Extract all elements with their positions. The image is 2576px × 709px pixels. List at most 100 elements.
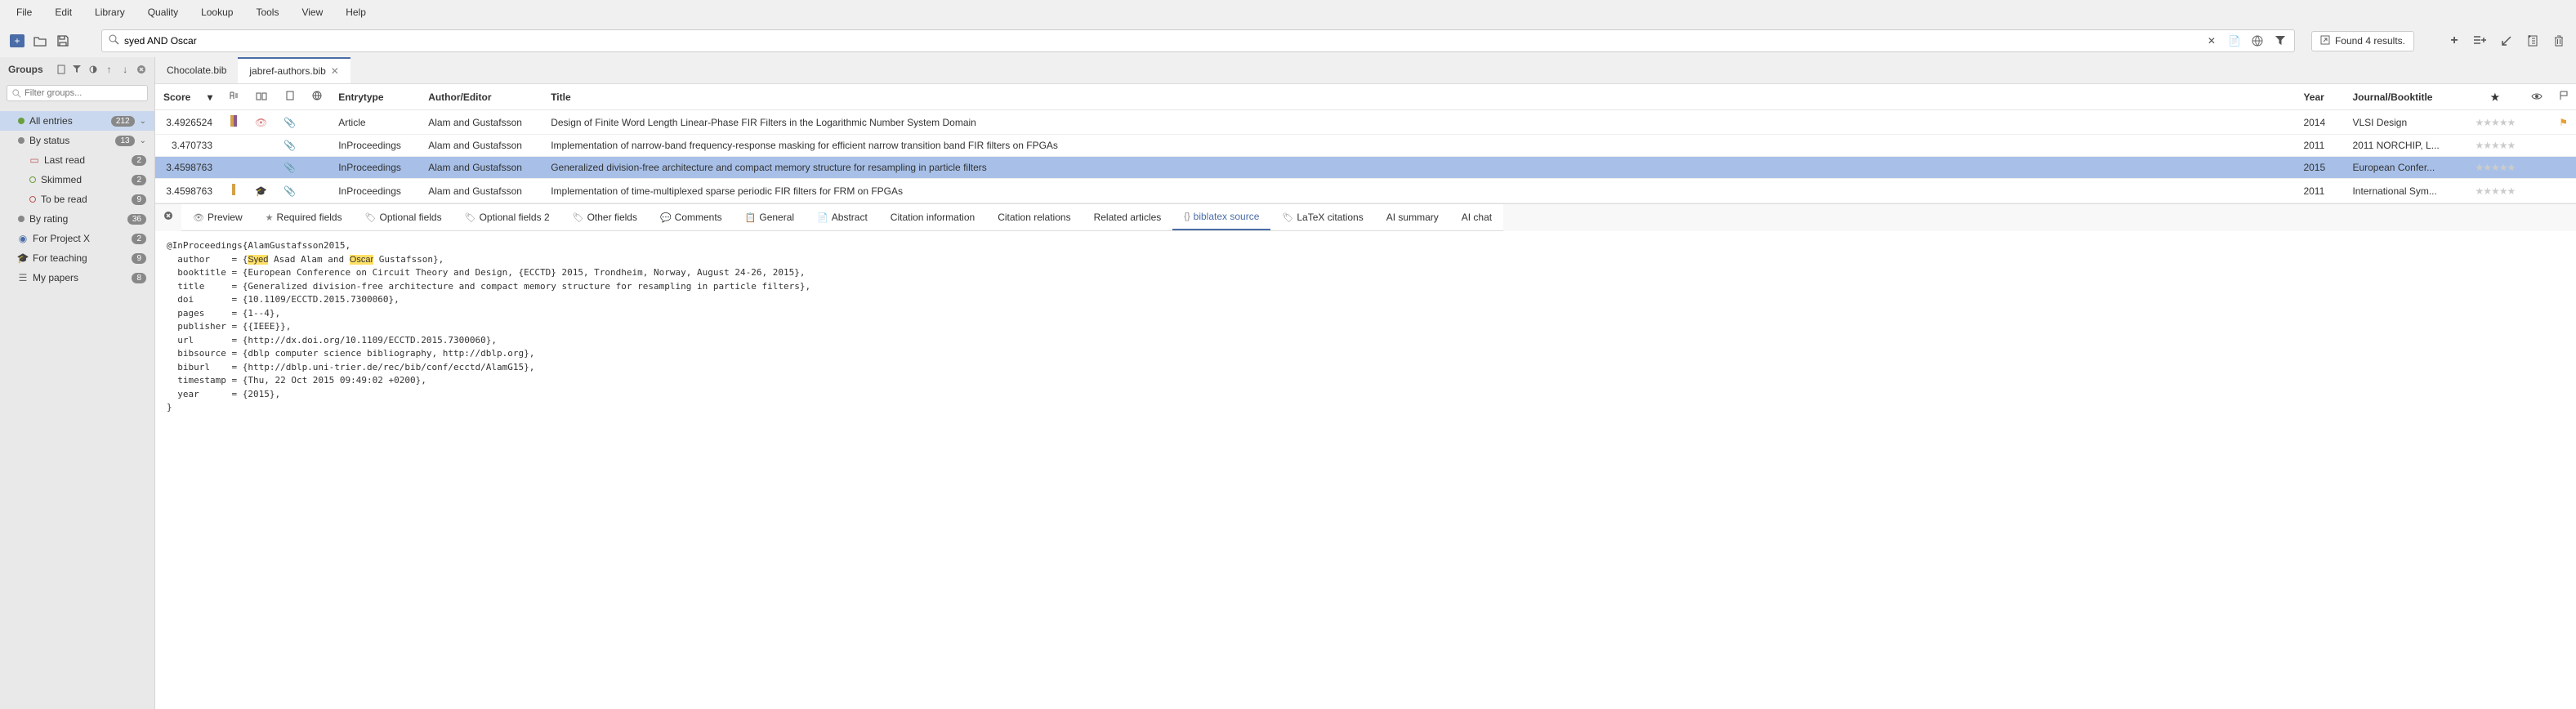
group-count: 2 [132, 234, 146, 244]
attachment-icon: 📎 [283, 140, 296, 151]
search-input[interactable] [124, 35, 2199, 47]
filter-icon[interactable] [2273, 33, 2288, 48]
column-header[interactable]: Title [542, 84, 2295, 110]
column-header[interactable] [221, 84, 247, 110]
group-count: 13 [115, 136, 134, 146]
editor-tab[interactable]: Citation information [879, 204, 986, 230]
results-indicator: Found 4 results. [2311, 31, 2414, 51]
flag-icon: ⚑ [2559, 117, 2568, 128]
column-header[interactable]: Year [2295, 84, 2344, 110]
menu-quality[interactable]: Quality [148, 7, 178, 18]
group-invert-icon[interactable] [88, 62, 98, 77]
file-tab[interactable]: Chocolate.bib [155, 57, 238, 83]
group-count: 9 [132, 194, 146, 205]
group-count: 8 [132, 273, 146, 283]
editor-tabs: 👁Preview★Required fields🏷Optional fields… [181, 204, 1503, 231]
global-search-icon[interactable] [2250, 33, 2265, 48]
menu-view[interactable]: View [301, 7, 323, 18]
file-tab[interactable]: jabref-authors.bib✕ [238, 57, 350, 83]
close-editor-icon[interactable] [155, 204, 181, 231]
group-label: For teaching [33, 252, 127, 264]
editor-tab[interactable]: 🏷LaTeX citations [1270, 204, 1374, 230]
search-field[interactable]: ✕ 📄 [101, 29, 2295, 52]
main-toolbar: + ✕ 📄 Found 4 results. [0, 25, 2576, 57]
new-library-icon[interactable]: + [10, 34, 25, 47]
group-label: Skimmed [41, 174, 127, 185]
group-label: To be read [41, 194, 127, 205]
clear-search-icon[interactable]: ✕ [2204, 33, 2219, 48]
menubar: File Edit Library Quality Lookup Tools View Hel… [0, 0, 2576, 25]
column-header[interactable]: Entrytype [330, 84, 420, 110]
fulltext-icon[interactable]: 📄 [2227, 33, 2242, 48]
entries-table: Score ▾ EntrytypeAuthor/EditorTitleYearJo… [155, 84, 2576, 203]
table-row[interactable]: 3.4598763 🎓 📎 InProceedings Alam and Gus… [155, 179, 2576, 203]
save-icon[interactable] [56, 33, 70, 48]
group-item[interactable]: All entries212⌄ [0, 111, 154, 131]
groups-tree: All entries212⌄By status13⌄▭Last read2Sk… [0, 105, 154, 288]
delete-icon[interactable] [2551, 33, 2566, 48]
editor-tab[interactable]: 💬Comments [649, 204, 734, 230]
group-item[interactable]: ◉For Project X2 [0, 229, 154, 248]
editor-tab[interactable]: 📄Abstract [806, 204, 879, 230]
column-header[interactable] [2551, 84, 2576, 110]
editor-tab[interactable]: Related articles [1083, 204, 1173, 230]
biblatex-source[interactable]: @InProceedings{AlamGustafsson2015, autho… [155, 231, 2576, 709]
chevron-down-icon[interactable]: ⌄ [140, 117, 146, 126]
new-entry-list-icon[interactable] [2473, 33, 2488, 48]
group-filter-field[interactable] [7, 85, 148, 101]
editor-tab[interactable]: 🏷Other fields [561, 204, 649, 230]
new-entry-icon[interactable]: + [2447, 33, 2462, 48]
group-mode-icon[interactable] [56, 62, 66, 77]
menu-library[interactable]: Library [95, 7, 125, 18]
group-count: 2 [132, 155, 146, 166]
editor-tab[interactable]: 🏷Optional fields [354, 204, 453, 230]
column-header[interactable] [247, 84, 275, 110]
group-clear-icon[interactable] [136, 62, 146, 77]
menu-file[interactable]: File [16, 7, 32, 18]
group-filter-icon[interactable] [72, 62, 82, 77]
group-item[interactable]: ☰My papers8 [0, 268, 154, 288]
editor-tab[interactable]: 🏷Optional fields 2 [453, 204, 561, 230]
group-up-icon[interactable]: ↑ [105, 62, 114, 77]
groups-sidebar: Groups ↑ ↓ All entries212⌄By status13⌄▭L… [0, 57, 155, 709]
table-row[interactable]: 3.4926524 👁 📎 Article Alam and Gustafsso… [155, 110, 2576, 135]
editor-tab[interactable]: ★Required fields [254, 204, 354, 230]
chevron-down-icon[interactable]: ⌄ [140, 136, 146, 145]
import-icon[interactable] [2499, 33, 2514, 48]
menu-edit[interactable]: Edit [55, 7, 72, 18]
new-article-icon[interactable] [2525, 33, 2540, 48]
column-header[interactable]: ★ [2467, 84, 2523, 110]
table-row[interactable]: 3.4598763 📎 InProceedings Alam and Gusta… [155, 157, 2576, 179]
menu-help[interactable]: Help [346, 7, 366, 18]
menu-tools[interactable]: Tools [256, 7, 279, 18]
group-item[interactable]: To be read 9 [0, 190, 154, 209]
group-label: Last read [44, 154, 127, 166]
editor-tab[interactable]: Citation relations [986, 204, 1082, 230]
menu-lookup[interactable]: Lookup [201, 7, 233, 18]
close-icon[interactable]: ✕ [331, 65, 339, 77]
group-item[interactable]: By status13⌄ [0, 131, 154, 150]
group-label: All entries [29, 115, 106, 127]
open-library-icon[interactable] [33, 33, 47, 48]
group-down-icon[interactable]: ↓ [120, 62, 130, 77]
column-header[interactable]: Author/Editor [420, 84, 542, 110]
editor-tab[interactable]: AI chat [1450, 204, 1503, 230]
column-header[interactable]: Journal/Booktitle [2344, 84, 2467, 110]
column-header[interactable]: Score ▾ [155, 84, 221, 110]
editor-tab[interactable]: 👁Preview [181, 204, 254, 230]
attachment-icon: 📎 [283, 185, 296, 197]
table-row[interactable]: 3.470733 📎 InProceedings Alam and Gustaf… [155, 135, 2576, 157]
editor-tab[interactable]: {}biblatex source [1172, 204, 1270, 230]
group-item[interactable]: By rating36 [0, 209, 154, 229]
column-header[interactable] [2523, 84, 2551, 110]
group-item[interactable]: 🎓For teaching9 [0, 248, 154, 268]
editor-tab[interactable]: AI summary [1375, 204, 1450, 230]
column-header[interactable] [275, 84, 304, 110]
editor-tab[interactable]: 📋General [734, 204, 806, 230]
results-text: Found 4 results. [2335, 35, 2405, 47]
column-header[interactable] [304, 84, 330, 110]
group-item[interactable]: ▭Last read2 [0, 150, 154, 170]
group-filter-input[interactable] [25, 88, 142, 98]
group-label: For Project X [33, 233, 127, 244]
group-item[interactable]: Skimmed2 [0, 170, 154, 190]
